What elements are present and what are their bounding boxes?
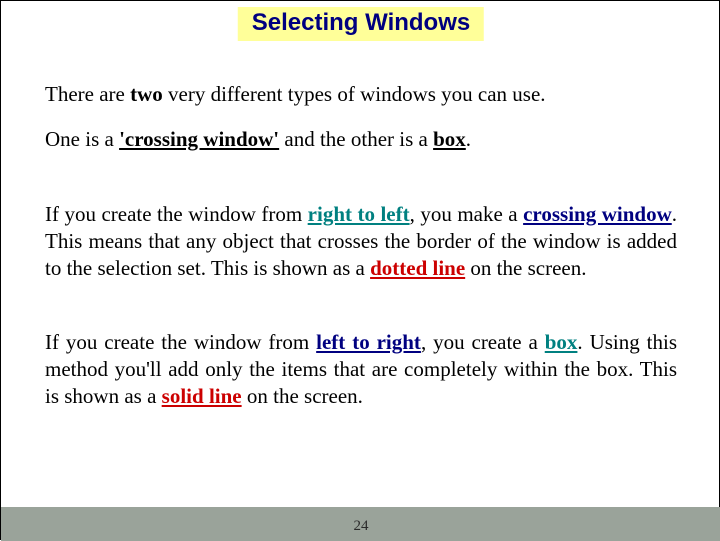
crossing-window-term: 'crossing window': [119, 127, 279, 151]
text: very different types of windows you can …: [163, 82, 546, 106]
dotted-line-term: dotted line: [370, 256, 465, 280]
text: If you create the window from: [45, 202, 308, 226]
paragraph-3: If you create the window from right to l…: [45, 201, 677, 282]
text: , you create a: [421, 330, 545, 354]
text: One is a: [45, 127, 119, 151]
slide: Selecting Windows There are two very dif…: [1, 1, 720, 541]
spacer: [45, 299, 677, 329]
solid-line-term: solid line: [162, 384, 242, 408]
page-number: 24: [354, 518, 369, 535]
crossing-window-term: crossing window: [523, 202, 672, 226]
text: on the screen.: [465, 256, 586, 280]
slide-body: There are two very different types of wi…: [45, 81, 677, 428]
spacer: [45, 171, 677, 201]
left-to-right-term: left to right: [316, 330, 421, 354]
paragraph-1: There are two very different types of wi…: [45, 81, 677, 108]
box-term: box: [545, 330, 578, 354]
text: .: [466, 127, 471, 151]
text: There are: [45, 82, 130, 106]
box-term: box: [433, 127, 466, 151]
text: , you make a: [410, 202, 524, 226]
paragraph-2: One is a 'crossing window' and the other…: [45, 126, 677, 153]
paragraph-4: If you create the window from left to ri…: [45, 329, 677, 410]
text: and the other is a: [279, 127, 433, 151]
text: If you create the window from: [45, 330, 316, 354]
slide-title: Selecting Windows: [238, 7, 484, 41]
bold-two: two: [130, 82, 163, 106]
right-to-left-term: right to left: [308, 202, 410, 226]
text: on the screen.: [242, 384, 363, 408]
